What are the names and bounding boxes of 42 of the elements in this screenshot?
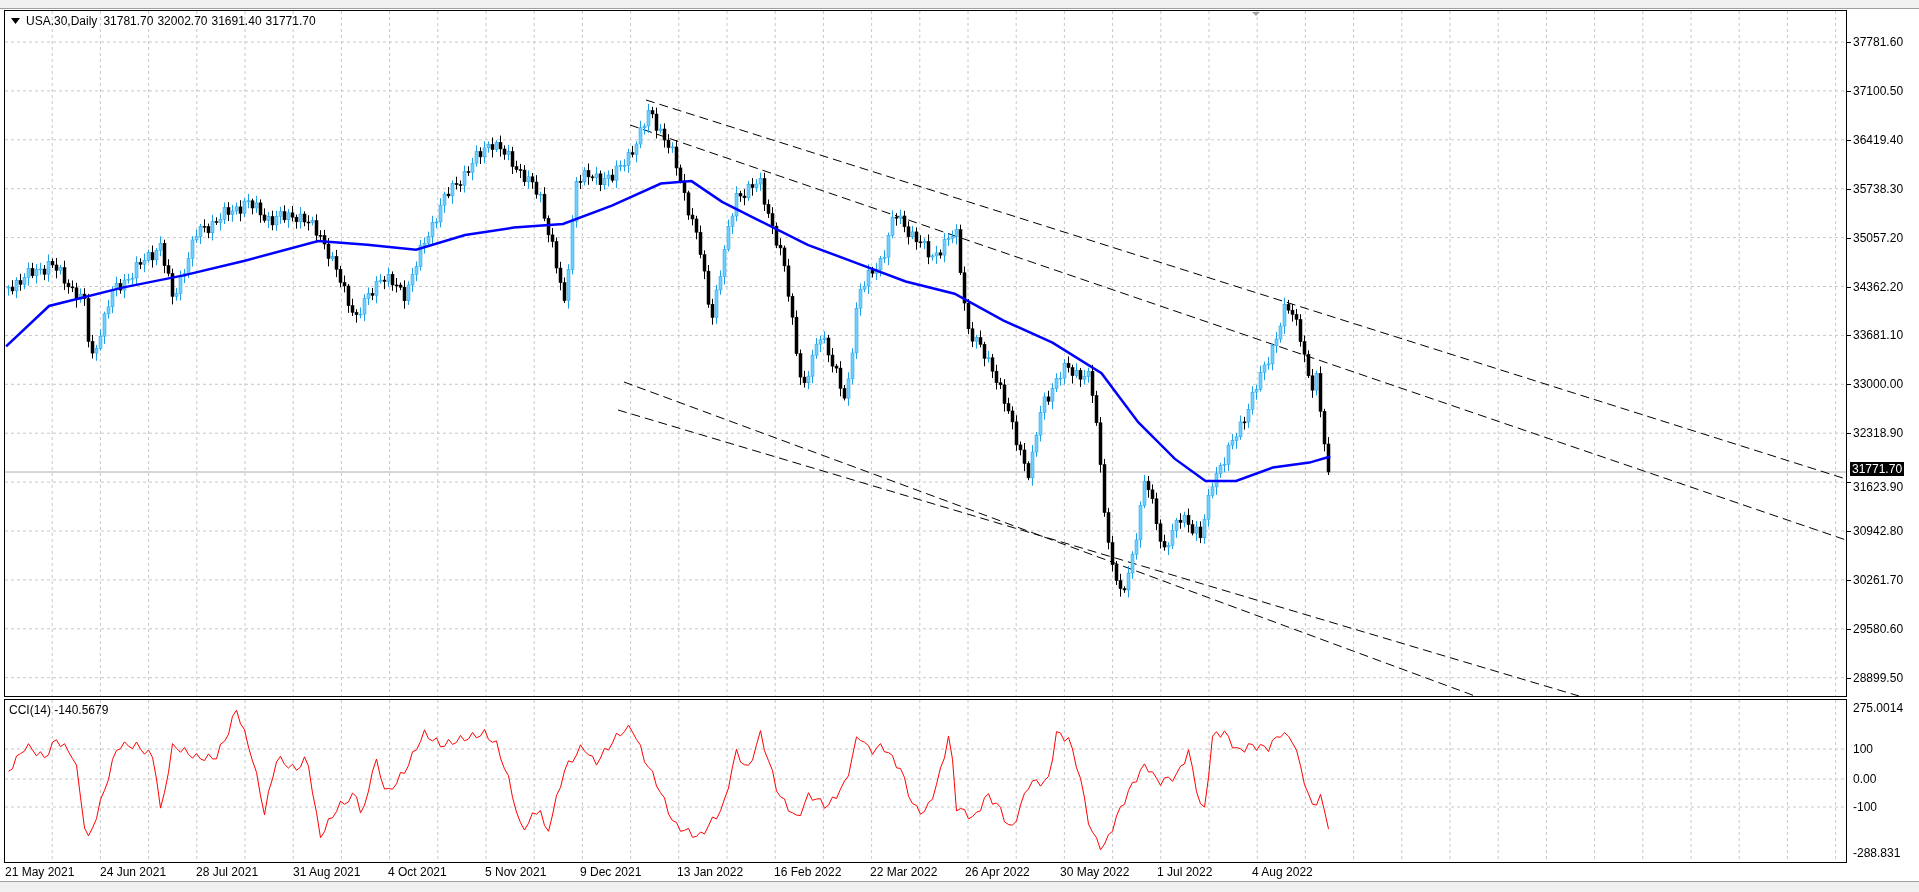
price-axis-label: 34362.20 bbox=[1853, 280, 1904, 294]
price-axis-label: 33000.00 bbox=[1853, 377, 1904, 391]
price-axis-label: 37100.50 bbox=[1853, 84, 1904, 98]
price-axis-label: 32318.90 bbox=[1853, 426, 1904, 440]
indicator-caption: CCI(14) -140.5679 bbox=[9, 703, 109, 717]
date-label: 1 Jul 2022 bbox=[1157, 865, 1213, 879]
ohlc-value: 31781.70 bbox=[103, 14, 154, 28]
date-label: 13 Jan 2022 bbox=[677, 865, 744, 879]
date-label: 22 Mar 2022 bbox=[870, 865, 938, 879]
cci-axis-label: -288.831 bbox=[1853, 846, 1901, 860]
cci-axis-label: 100 bbox=[1853, 742, 1874, 756]
price-axis-label: 29580.60 bbox=[1853, 622, 1904, 636]
cci-axis-label: 275.0014 bbox=[1853, 701, 1904, 715]
date-label: 16 Feb 2022 bbox=[774, 865, 842, 879]
collapse-triangle-icon[interactable] bbox=[11, 18, 20, 24]
ohlc-value: 31691.40 bbox=[211, 14, 262, 28]
date-label: 4 Aug 2022 bbox=[1252, 865, 1313, 879]
price-axis-label: 35738.30 bbox=[1853, 182, 1904, 196]
date-label: 28 Jul 2021 bbox=[196, 865, 259, 879]
price-axis-label: 30942.80 bbox=[1853, 524, 1904, 538]
date-label: 4 Oct 2021 bbox=[388, 865, 447, 879]
date-label: 9 Dec 2021 bbox=[580, 865, 642, 879]
price-axis-label: 31623.90 bbox=[1853, 480, 1904, 494]
price-axis-label: 37781.60 bbox=[1853, 35, 1904, 49]
date-label: 31 Aug 2021 bbox=[293, 865, 361, 879]
cci-axis-label: -100 bbox=[1853, 800, 1878, 814]
date-label: 5 Nov 2021 bbox=[485, 865, 547, 879]
date-label: 30 May 2022 bbox=[1060, 865, 1130, 879]
date-label: 26 Apr 2022 bbox=[965, 865, 1030, 879]
cci-axis-label: 0.00 bbox=[1853, 772, 1877, 786]
ohlc-value: 32002.70 bbox=[157, 14, 208, 28]
price-axis-label: 36419.40 bbox=[1853, 133, 1904, 147]
date-label: 21 May 2021 bbox=[5, 865, 75, 879]
chart-title: USA.30,Daily bbox=[26, 14, 98, 28]
date-label: 24 Jun 2021 bbox=[100, 865, 167, 879]
price-axis-label: 28899.50 bbox=[1853, 671, 1904, 685]
ohlc-value: 31771.70 bbox=[265, 14, 316, 28]
price-axis-label: 30261.70 bbox=[1853, 573, 1904, 587]
triangle-icon bbox=[1252, 12, 1260, 16]
current-price-tag: 31771.70 bbox=[1850, 462, 1905, 476]
price-axis-label: 33681.10 bbox=[1853, 328, 1904, 342]
price-axis-label: 35057.20 bbox=[1853, 231, 1904, 245]
